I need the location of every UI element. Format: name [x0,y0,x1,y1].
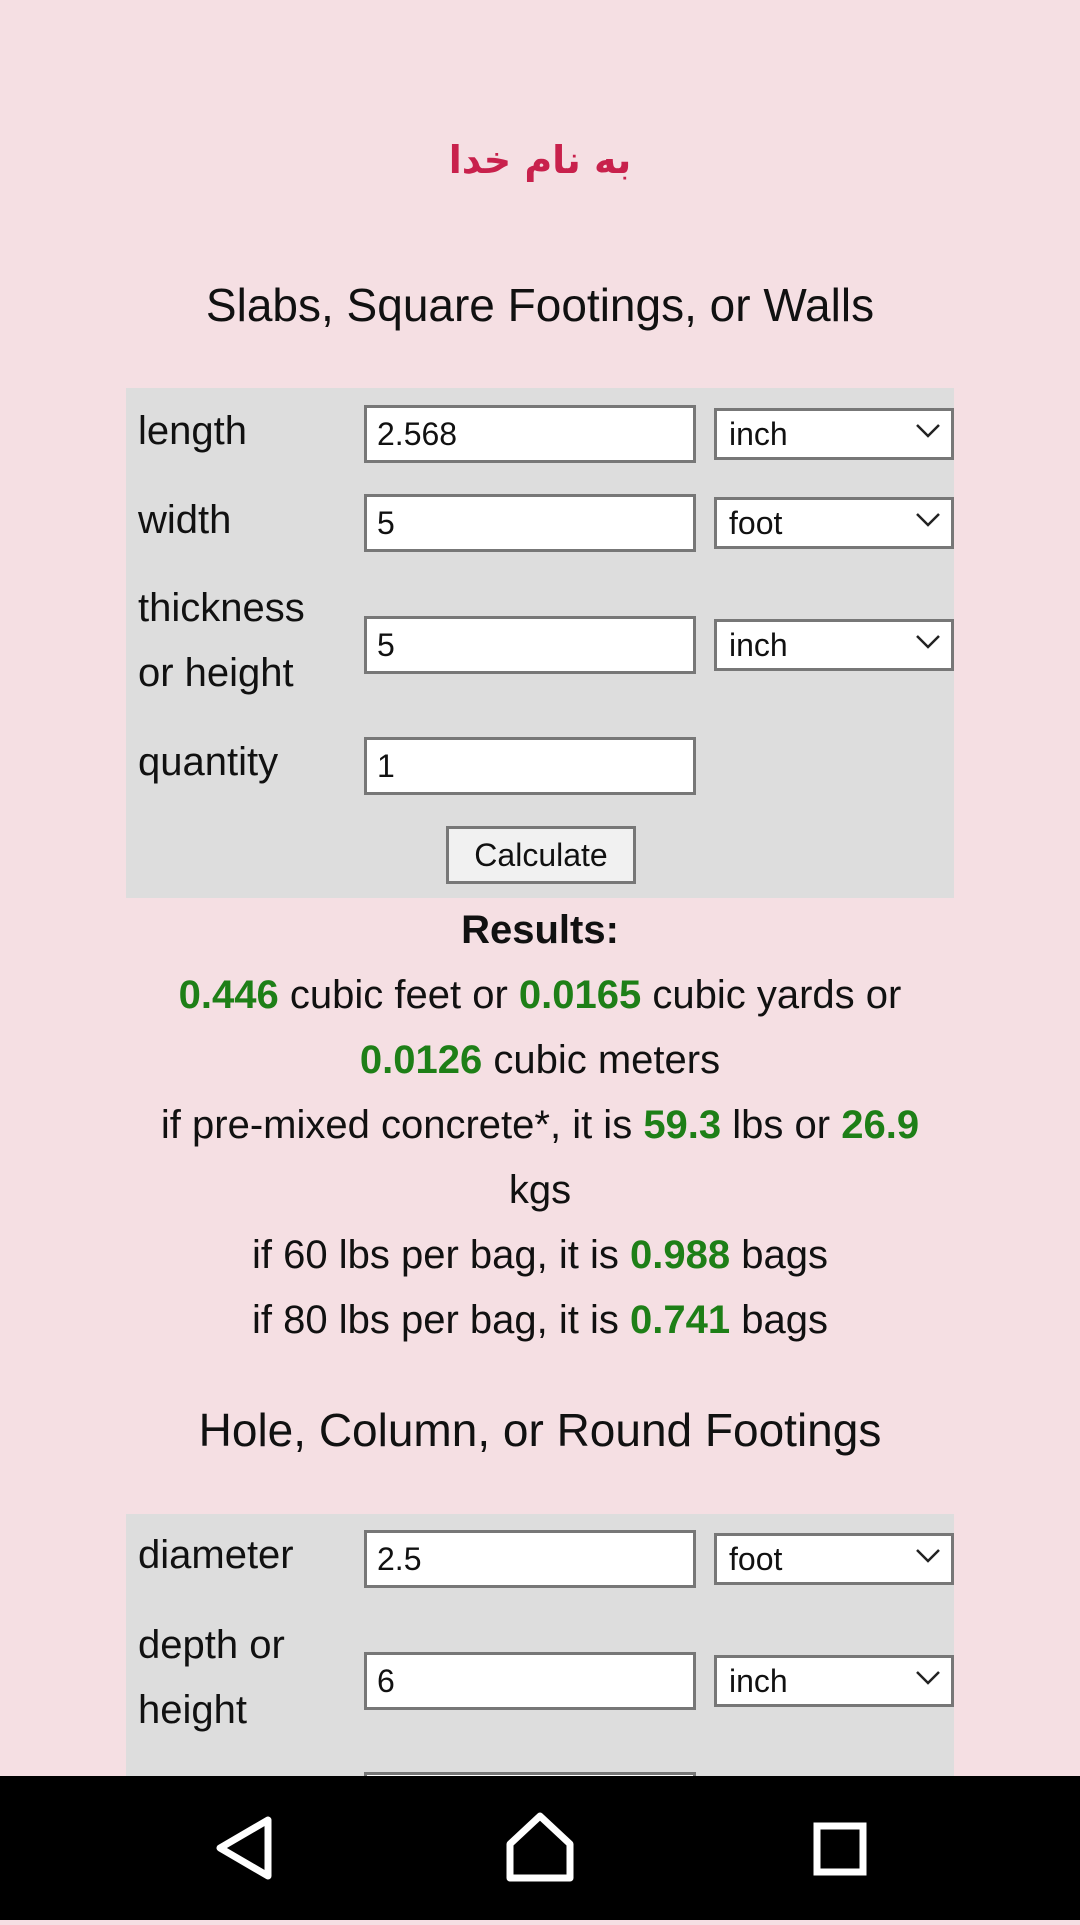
results-meters-line: 0.0126 cubic meters [0,1028,1080,1093]
bag80-prefix: if 80 lbs per bag, it is [252,1298,630,1342]
page-content: به نام خدا Slabs, Square Footings, or Wa… [0,0,1080,1776]
home-icon [506,1812,574,1882]
results-bag80-line: if 80 lbs per bag, it is 0.741 bags [0,1288,1080,1353]
depth-label-line2: height [138,1688,247,1732]
thickness-label-line2: or height [138,651,294,695]
cubic-meters-value: 0.0126 [359,1038,483,1082]
bag60-prefix: if 60 lbs per bag, it is [252,1233,630,1277]
length-unit-value: inch [729,416,788,452]
thickness-input[interactable] [364,616,696,674]
cubic-yards-value: 0.0165 [518,973,642,1017]
chevron-down-icon [916,513,940,527]
thickness-label-line1: thickness [138,586,305,630]
cubic-yards-text: cubic yards or [641,973,902,1017]
quantity-input[interactable] [364,737,696,795]
round-section-title: Hole, Column, or Round Footings [198,1404,882,1456]
nav-back-button[interactable] [182,1776,302,1920]
width-input[interactable] [364,494,696,552]
depth-unit-select[interactable]: inch [714,1655,954,1707]
thickness-unit-value: inch [729,627,788,663]
quantity-label: quantity [138,740,279,784]
round-form-panel: diameter foot depth or height inch [126,1514,954,1776]
cubic-feet-value: 0.446 [178,973,279,1017]
bag80-value: 0.741 [630,1298,731,1342]
back-triangle-icon [216,1816,272,1880]
diameter-unit-select[interactable]: foot [714,1533,954,1585]
kgs-text: kgs [508,1168,572,1212]
premix-prefix: if pre-mixed concrete*, it is [160,1103,644,1147]
cubic-meters-text: cubic meters [482,1038,721,1082]
diameter-unit-value: foot [729,1541,783,1577]
width-label: width [138,498,232,542]
chevron-down-icon [916,1671,940,1685]
depth-label-line1: depth or [138,1623,285,1667]
results-kgs-line: kgs [0,1158,1080,1223]
results-volume-line: 0.446 cubic feet or 0.0165 cubic yards o… [0,963,1080,1028]
lbs-value: 59.3 [643,1103,722,1147]
length-input[interactable] [364,405,696,463]
recents-square-icon [813,1822,867,1876]
results-bag60-line: if 60 lbs per bag, it is 0.988 bags [0,1223,1080,1288]
results-premix-line: if pre-mixed concrete*, it is 59.3 lbs o… [0,1093,1080,1158]
width-unit-value: foot [729,505,783,541]
chevron-down-icon [916,1549,940,1563]
diameter-input[interactable] [364,1530,696,1588]
lbs-text: lbs or [721,1103,842,1147]
slabs-form-panel: length inch width foot thickness or heig… [126,388,954,898]
results-heading: Results: [461,908,619,952]
diameter-label: diameter [138,1533,294,1577]
length-label: length [138,409,247,453]
cubic-feet-text: cubic feet or [278,973,519,1017]
depth-unit-value: inch [729,1663,788,1699]
kgs-value: 26.9 [841,1103,920,1147]
header-blessing: به نام خدا [448,138,632,182]
results-block: Results: 0.446 cubic feet or 0.0165 cubi… [0,898,1080,1353]
calculate-button[interactable]: Calculate [446,826,636,884]
thickness-unit-select[interactable]: inch [714,619,954,671]
width-unit-select[interactable]: foot [714,497,954,549]
nav-home-button[interactable] [480,1776,600,1920]
nav-recents-button[interactable] [780,1776,900,1920]
bag60-value: 0.988 [630,1233,731,1277]
slabs-section-title: Slabs, Square Footings, or Walls [205,279,875,331]
chevron-down-icon [916,635,940,649]
chevron-down-icon [916,424,940,438]
bag60-suffix: bags [730,1233,828,1277]
depth-input[interactable] [364,1652,696,1710]
length-unit-select[interactable]: inch [714,408,954,460]
system-navigation-bar [0,1776,1080,1920]
bag80-suffix: bags [730,1298,828,1342]
